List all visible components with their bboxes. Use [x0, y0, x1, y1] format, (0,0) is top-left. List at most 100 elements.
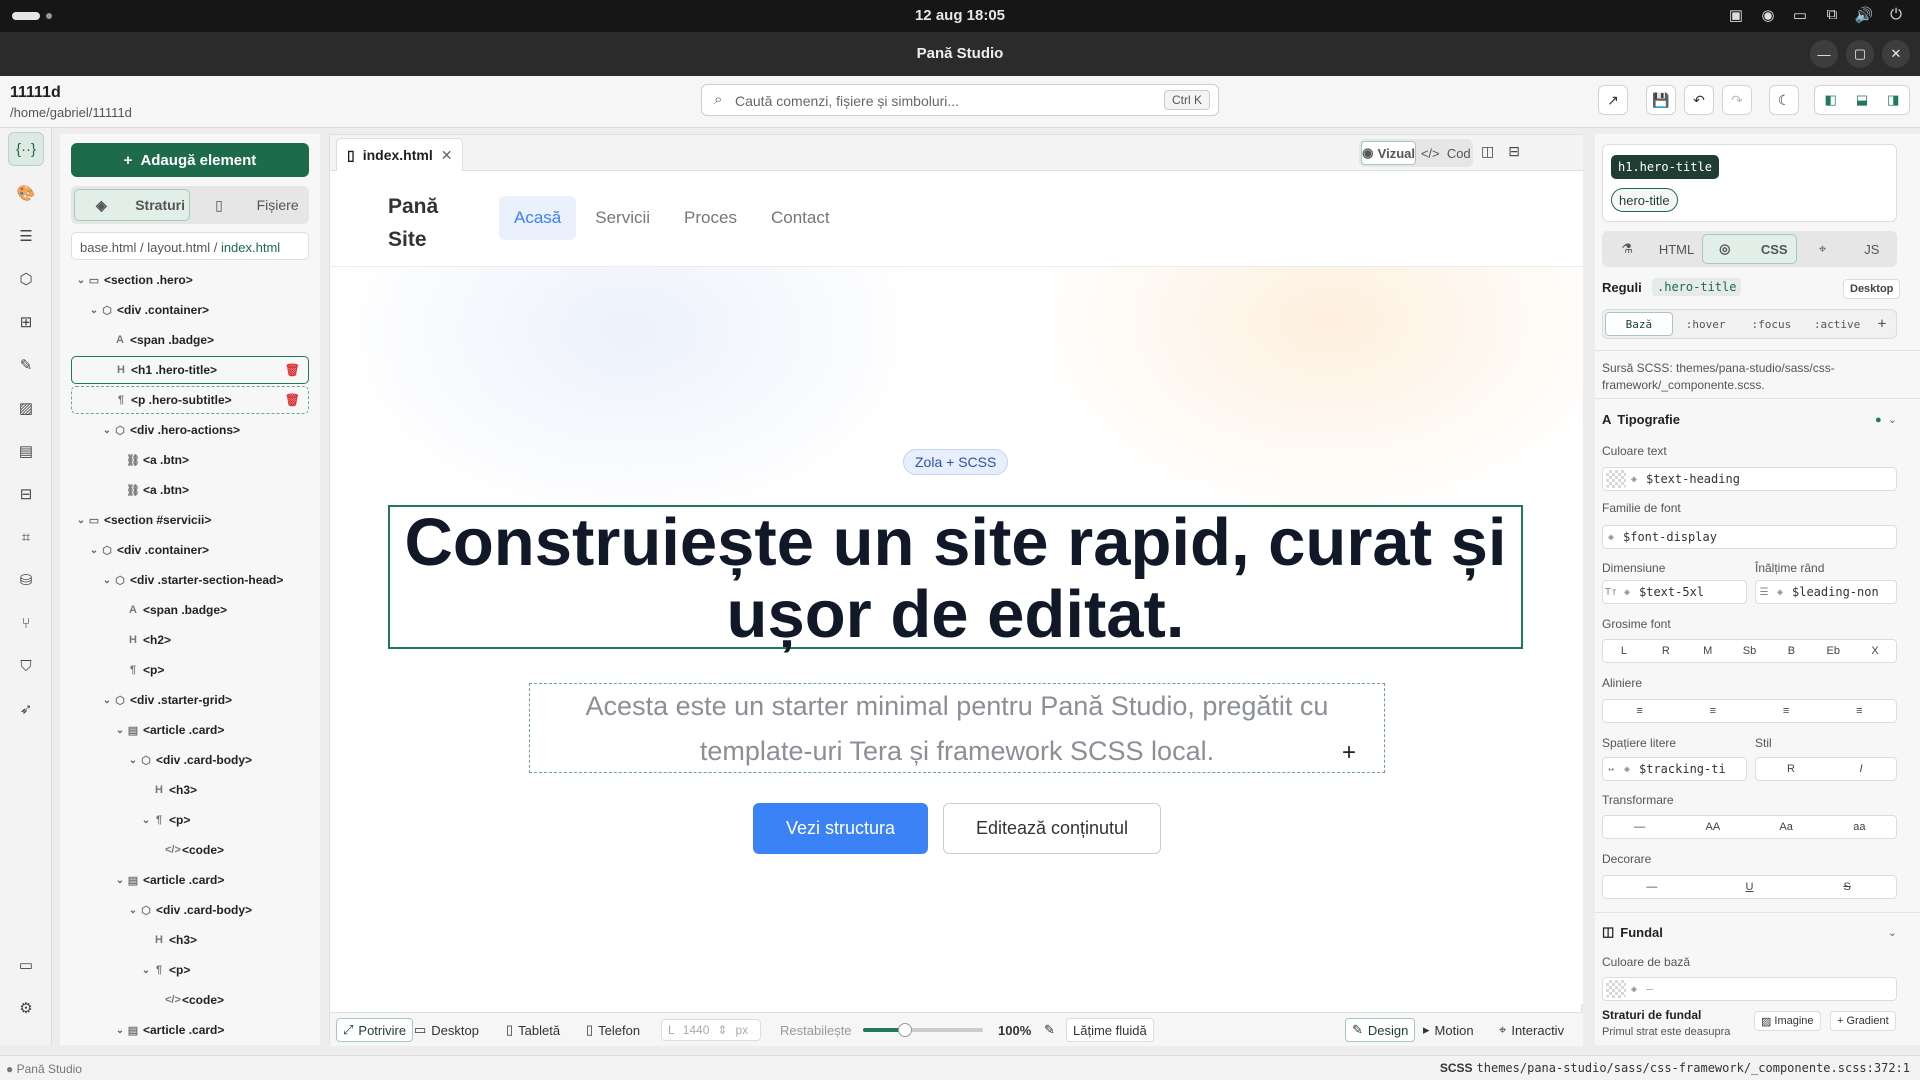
align-justify-icon[interactable]: ≡ — [1823, 705, 1896, 717]
right-panel-icon[interactable]: ◨ — [1878, 86, 1909, 114]
hero-badge[interactable]: Zola + SCSS — [903, 449, 1009, 475]
page-preview[interactable]: Pană Site Acasă Servicii Proces Contact … — [330, 171, 1583, 1004]
rail-terminal[interactable]: ▭ — [8, 948, 44, 982]
color-swatch[interactable] — [1606, 980, 1626, 998]
decoration-none[interactable]: — — [1603, 881, 1701, 893]
maximize-icon[interactable]: ▢ — [1846, 40, 1874, 68]
background-header[interactable]: ◫ Fundal ⌄ — [1602, 924, 1897, 940]
layer-tree-node[interactable]: ⌄ ⬡ <div .container> — [71, 536, 309, 564]
zoom-slider-handle[interactable] — [898, 1023, 912, 1037]
layer-tree-node[interactable]: A <span .badge> — [71, 326, 309, 354]
chevron-down-icon[interactable]: ⌄ — [114, 725, 126, 736]
chevron-down-icon[interactable]: ⌄ — [75, 515, 87, 526]
rail-palette[interactable]: 🎨 — [8, 176, 44, 210]
fluid-width-toggle[interactable]: Lățime fluidă — [1066, 1018, 1154, 1042]
system-clock[interactable]: 12 aug 18:05 — [0, 7, 1920, 24]
layer-tree-node[interactable]: H <h1 .hero-title> 🗑 — [71, 356, 309, 384]
view-visual[interactable]: ◉ Vizual — [1361, 141, 1416, 165]
trash-icon[interactable]: 🗑 — [285, 393, 300, 407]
decoration-strike[interactable]: S — [1798, 881, 1896, 893]
layer-tree-node[interactable]: H <h2> — [71, 626, 309, 654]
save-button[interactable]: 💾 — [1646, 85, 1676, 115]
decoration-underline[interactable]: U — [1701, 881, 1799, 893]
mode-design[interactable]: ✎ Design — [1345, 1018, 1416, 1042]
layer-tree-node[interactable]: H <h3> — [71, 926, 309, 954]
layer-tree-node[interactable]: ⛓ <a .btn> — [71, 446, 309, 474]
device-phone[interactable]: ▯ Telefon — [580, 1018, 646, 1042]
style-regular[interactable]: R — [1756, 763, 1826, 775]
tab-css[interactable]: ◎ CSS — [1701, 234, 1798, 264]
width-input[interactable]: L 1440 ⇕ px — [661, 1019, 761, 1041]
status-file[interactable]: SCSS themes/pana-studio/sass/css-framewor… — [1440, 1061, 1910, 1075]
volume-icon[interactable]: 🔊 — [1854, 6, 1874, 24]
display-icon[interactable]: ▭ — [1790, 6, 1810, 24]
transform-none[interactable]: — — [1603, 821, 1676, 833]
state-base[interactable]: Bază — [1605, 312, 1673, 336]
rail-layout[interactable]: ☰ — [8, 219, 44, 253]
layer-tree-node[interactable]: ⌄ ▤ <article .card> — [71, 1016, 309, 1044]
font-family-field[interactable]: ◈ $font-display — [1602, 525, 1897, 549]
site-logo[interactable]: Pană Site — [388, 190, 458, 256]
chevron-down-icon[interactable]: ⌄ — [140, 965, 152, 976]
chevron-down-icon[interactable]: ⌄ — [127, 755, 139, 766]
weight-extrabold[interactable]: Eb — [1812, 645, 1854, 657]
add-state-icon[interactable]: + — [1870, 312, 1894, 336]
theme-toggle-button[interactable]: ☾ — [1769, 85, 1799, 115]
chevron-down-icon[interactable]: ⌄ — [101, 575, 113, 586]
layer-tree-node[interactable]: ¶ <p> — [71, 656, 309, 684]
font-size-field[interactable]: Tт ◈ $text-5xl — [1602, 580, 1747, 604]
network-icon[interactable]: ⧉ — [1822, 6, 1842, 24]
hero-primary-button[interactable]: Vezi structura — [753, 803, 928, 854]
tab-layers[interactable]: ◈ Straturi — [74, 189, 190, 221]
tab-js[interactable]: ⌖ JS — [1800, 234, 1894, 264]
chevron-down-icon[interactable]: ⌄ — [101, 695, 113, 706]
rail-components[interactable]: ⬡ — [8, 262, 44, 296]
align-right-icon[interactable]: ≡ — [1750, 705, 1823, 717]
add-element-button[interactable]: + Adaugă element — [71, 143, 309, 177]
minimize-icon[interactable]: — — [1810, 40, 1838, 68]
align-left-icon[interactable]: ≡ — [1603, 705, 1676, 717]
rail-git[interactable]: ⑂ — [8, 606, 44, 640]
align-center-icon[interactable]: ≡ — [1676, 705, 1749, 717]
nav-home[interactable]: Acasă — [499, 196, 577, 240]
chevron-down-icon[interactable]: ⌄ — [88, 545, 100, 556]
device-desktop[interactable]: ▭ Desktop — [408, 1018, 485, 1042]
power-icon[interactable]: ⏻ — [1886, 6, 1906, 24]
transform-lowercase[interactable]: aa — [1823, 821, 1896, 833]
zoom-slider[interactable] — [863, 1023, 983, 1037]
nav-process[interactable]: Proces — [669, 196, 752, 240]
rail-data[interactable]: ⛁ — [8, 563, 44, 597]
open-external-button[interactable]: ↗ — [1598, 85, 1628, 115]
rail-settings[interactable]: ⚙ — [8, 991, 44, 1025]
layer-tree-node[interactable]: ⌄ ▤ <article .card> — [71, 866, 309, 894]
rail-content[interactable]: ⊟ — [8, 477, 44, 511]
close-tab-icon[interactable]: ✕ — [441, 147, 453, 164]
chevron-down-icon[interactable]: ⌄ — [127, 905, 139, 916]
add-gradient-layer-button[interactable]: + Gradient — [1830, 1011, 1896, 1031]
close-icon[interactable]: ✕ — [1882, 40, 1910, 68]
layer-tree-node[interactable]: ⌄ ▤ <article .card> — [71, 716, 309, 744]
style-italic[interactable]: I — [1826, 763, 1896, 775]
device-tablet[interactable]: ▯ Tabletă — [500, 1018, 566, 1042]
tab-html[interactable]: ⚗ HTML — [1605, 234, 1699, 264]
color-field[interactable]: ◈ $text-heading — [1602, 467, 1897, 491]
layer-tree-node[interactable]: H <h3> — [71, 776, 309, 804]
layer-tree-node[interactable]: ⌄ ▭ <section .hero> — [71, 266, 309, 294]
layer-tree-node[interactable]: ⌄ ⬡ <div .starter-section-head> — [71, 566, 309, 594]
chevron-down-icon[interactable]: ⌄ — [114, 1025, 126, 1036]
rail-pages[interactable]: ▤ — [8, 434, 44, 468]
rail-brush[interactable]: ✎ — [8, 348, 44, 382]
hero-secondary-button[interactable]: Editează conținutul — [943, 803, 1161, 854]
typography-header[interactable]: A Tipografie ● ⌄ — [1602, 412, 1897, 427]
rail-security[interactable]: ⛉ — [8, 649, 44, 683]
state-hover[interactable]: :hover — [1673, 312, 1739, 336]
trash-icon[interactable]: 🗑 — [285, 363, 300, 377]
nav-contact[interactable]: Contact — [756, 196, 845, 240]
state-active[interactable]: :active — [1804, 312, 1870, 336]
line-height-field[interactable]: ☰ ◈ $leading-non — [1755, 580, 1897, 604]
layer-tree-node[interactable]: ⌄ ¶ <p> — [71, 956, 309, 984]
rule-class-chip[interactable]: .hero-title — [1652, 278, 1742, 296]
color-swatch[interactable] — [1606, 470, 1626, 488]
view-code[interactable]: </> Cod — [1418, 141, 1471, 165]
command-search[interactable]: ⌕ Caută comenzi, fișiere și simboluri...… — [701, 84, 1219, 116]
